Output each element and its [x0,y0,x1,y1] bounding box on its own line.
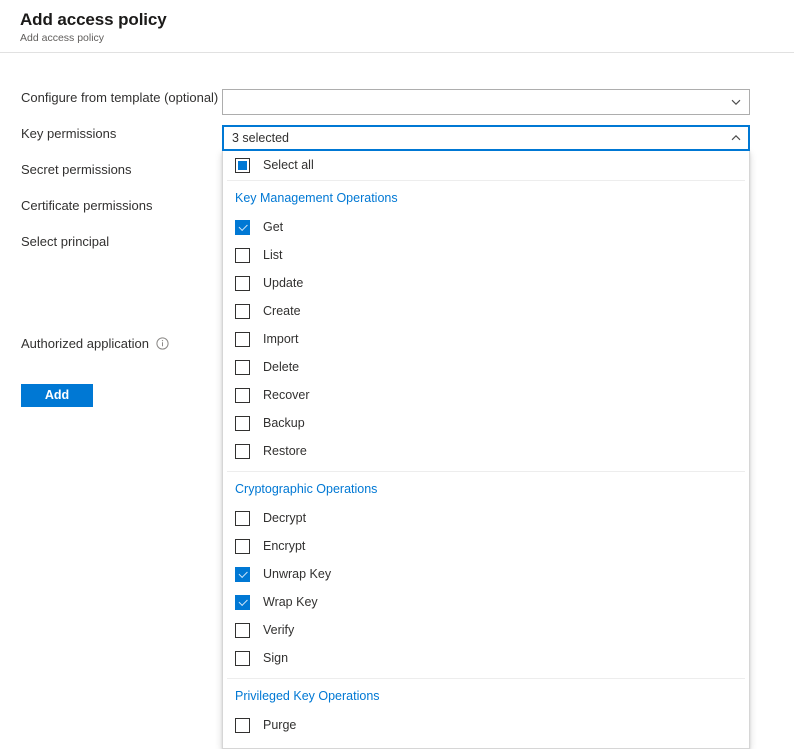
label-text: Configure from template (optional) [21,89,218,106]
label-key-permissions: Key permissions [0,125,222,142]
key-permissions-combobox[interactable]: 3 selected [222,125,750,151]
option-label: List [263,247,282,263]
option-group-cryptographic-operations: Cryptographic Operations Decrypt Encrypt… [223,472,749,678]
page-title: Add access policy [20,9,794,30]
option-encrypt[interactable]: Encrypt [223,532,749,560]
checkbox-delete[interactable] [235,360,250,375]
option-label: Encrypt [263,538,305,554]
form-row-key-permissions: Key permissions 3 selected Select all [0,125,794,161]
checkbox-create[interactable] [235,304,250,319]
option-create[interactable]: Create [223,297,749,325]
option-backup[interactable]: Backup [223,409,749,437]
checkbox-update[interactable] [235,276,250,291]
option-label: Import [263,331,298,347]
checkbox-sign[interactable] [235,651,250,666]
option-list[interactable]: List [223,241,749,269]
label-certificate-permissions: Certificate permissions [0,197,222,214]
option-group-privileged-key-operations: Privileged Key Operations Purge [223,679,749,745]
checkbox-wrap-key[interactable] [235,595,250,610]
group-title: Key Management Operations [223,181,749,213]
option-label: Restore [263,443,307,459]
option-delete[interactable]: Delete [223,353,749,381]
select-all-label: Select all [263,157,314,173]
option-group-key-management-operations: Key Management Operations Get List Updat… [223,181,749,471]
checkbox-import[interactable] [235,332,250,347]
option-unwrap-key[interactable]: Unwrap Key [223,560,749,588]
checkbox-recover[interactable] [235,388,250,403]
checkbox-verify[interactable] [235,623,250,638]
key-permissions-dropdown-panel: Select all Key Management Operations Get… [222,150,750,749]
checkbox-encrypt[interactable] [235,539,250,554]
chevron-up-icon [730,132,742,144]
label-text: Key permissions [21,125,116,142]
select-all-option[interactable]: Select all [223,150,749,180]
checkbox-restore[interactable] [235,444,250,459]
page-header: Add access policy Add access policy [0,0,794,53]
option-label: Verify [263,622,294,638]
label-text: Certificate permissions [21,197,153,214]
label-configure-from-template: Configure from template (optional) [0,89,222,106]
option-label: Decrypt [263,510,306,526]
option-import[interactable]: Import [223,325,749,353]
checkbox-list[interactable] [235,248,250,263]
option-label: Recover [263,387,310,403]
page-subtitle: Add access policy [20,31,794,45]
checkbox-get[interactable] [235,220,250,235]
chevron-down-icon [730,96,742,108]
option-sign[interactable]: Sign [223,644,749,672]
option-label: Wrap Key [263,594,318,610]
template-combo-wrap [222,89,750,115]
option-update[interactable]: Update [223,269,749,297]
option-decrypt[interactable]: Decrypt [223,504,749,532]
label-select-principal: Select principal [0,233,222,250]
option-label: Create [263,303,301,319]
label-text: Select principal [21,233,109,250]
info-circle-icon[interactable] [156,337,169,350]
label-text: Authorized application [21,335,149,352]
option-get[interactable]: Get [223,213,749,241]
checkbox-unwrap-key[interactable] [235,567,250,582]
option-label: Backup [263,415,305,431]
option-label: Unwrap Key [263,566,331,582]
option-recover[interactable]: Recover [223,381,749,409]
group-title: Cryptographic Operations [223,472,749,504]
label-authorized-application: Authorized application [0,335,222,352]
key-permissions-combo-wrap: 3 selected Select all Key Management Ope… [222,125,750,151]
option-restore[interactable]: Restore [223,437,749,465]
checkbox-decrypt[interactable] [235,511,250,526]
key-permissions-value: 3 selected [232,130,289,146]
option-label: Update [263,275,303,291]
option-verify[interactable]: Verify [223,616,749,644]
option-label: Sign [263,650,288,666]
checkbox-backup[interactable] [235,416,250,431]
form-area: Configure from template (optional) Key p… [0,53,794,371]
configure-from-template-combobox[interactable] [222,89,750,115]
option-label: Delete [263,359,299,375]
option-label: Get [263,219,283,235]
form-row-configure-from-template: Configure from template (optional) [0,89,794,125]
checkbox-purge[interactable] [235,718,250,733]
select-all-checkbox[interactable] [235,158,250,173]
label-text: Secret permissions [21,161,132,178]
option-purge[interactable]: Purge [223,711,749,739]
option-label: Purge [263,717,296,733]
label-secret-permissions: Secret permissions [0,161,222,178]
option-wrap-key[interactable]: Wrap Key [223,588,749,616]
group-title: Privileged Key Operations [223,679,749,711]
add-button[interactable]: Add [21,384,93,407]
